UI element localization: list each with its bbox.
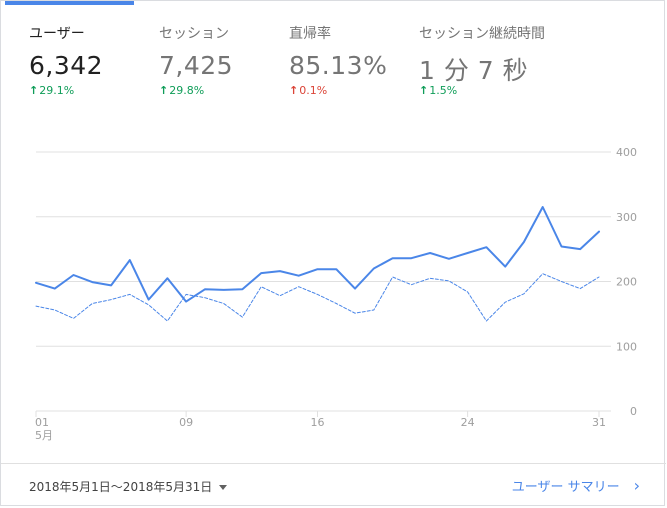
metric-label: ユーザー — [29, 26, 85, 42]
date-range-selector[interactable]: 2018年5月1日～2018年5月31日 — [29, 478, 228, 495]
metric-value: 1 分 7 秒 — [419, 56, 529, 85]
user-summary-link[interactable]: ユーザー サマリー › — [512, 476, 640, 495]
metric-label: セッション — [159, 26, 229, 42]
card-footer: 2018年5月1日～2018年5月31日 ユーザー サマリー › — [1, 464, 666, 507]
metric-delta: ↑29.1% — [29, 84, 75, 97]
line-chart: 0 100 200 300 400 01 09 16 24 31 5月 — [1, 121, 667, 451]
x-tick-label: 09 — [179, 416, 193, 429]
metric-label: セッション継続時間 — [419, 26, 545, 42]
y-tick-label: 100 — [616, 340, 637, 353]
metric-label: 直帰率 — [289, 26, 331, 42]
user-summary-label: ユーザー サマリー — [511, 480, 620, 495]
x-tick-label: 31 — [592, 416, 606, 429]
x-tick-label: 24 — [461, 416, 475, 429]
y-tick-label: 300 — [616, 211, 637, 224]
x-tick-label: 01 — [35, 416, 49, 429]
metric-value: 6,342 — [29, 51, 104, 80]
metric-delta: ↑0.1% — [289, 84, 328, 97]
arrow-up-icon: ↑ — [159, 84, 169, 97]
x-tick-label: 16 — [311, 416, 325, 429]
arrow-up-icon: ↑ — [419, 84, 429, 97]
metric-tab-session-duration[interactable]: セッション継続時間 1 分 7 秒 ↑1.5% — [419, 1, 619, 111]
series-line-comparison — [35, 273, 600, 322]
report-card: ユーザー 6,342 ↑29.1% セッション 7,425 ↑29.8% 直帰率… — [0, 0, 667, 507]
metric-value: 7,425 — [159, 51, 234, 80]
caret-down-icon — [219, 485, 228, 490]
arrow-up-icon: ↑ — [29, 84, 39, 97]
date-range-label: 2018年5月1日～2018年5月31日 — [29, 480, 213, 494]
metric-delta: ↑1.5% — [419, 84, 458, 97]
y-tick-label: 200 — [616, 276, 637, 289]
y-tick-label: 400 — [616, 146, 637, 159]
chevron-right-icon: › — [633, 476, 640, 495]
metric-tab-users[interactable]: ユーザー 6,342 ↑29.1% — [29, 1, 154, 111]
x-sublabel: 5月 — [35, 429, 53, 442]
metric-tab-sessions[interactable]: セッション 7,425 ↑29.8% — [159, 1, 284, 111]
metric-tab-bounce-rate[interactable]: 直帰率 85.13% ↑0.1% — [289, 1, 414, 111]
series-line-current — [35, 206, 600, 303]
metric-delta: ↑29.8% — [159, 84, 205, 97]
line-chart-svg: 0 100 200 300 400 01 09 16 24 31 5月 — [35, 146, 637, 442]
arrow-up-icon: ↑ — [289, 84, 299, 97]
metric-tabs: ユーザー 6,342 ↑29.1% セッション 7,425 ↑29.8% 直帰率… — [1, 1, 664, 111]
y-tick-label: 0 — [630, 405, 637, 418]
metric-value: 85.13% — [289, 51, 388, 80]
